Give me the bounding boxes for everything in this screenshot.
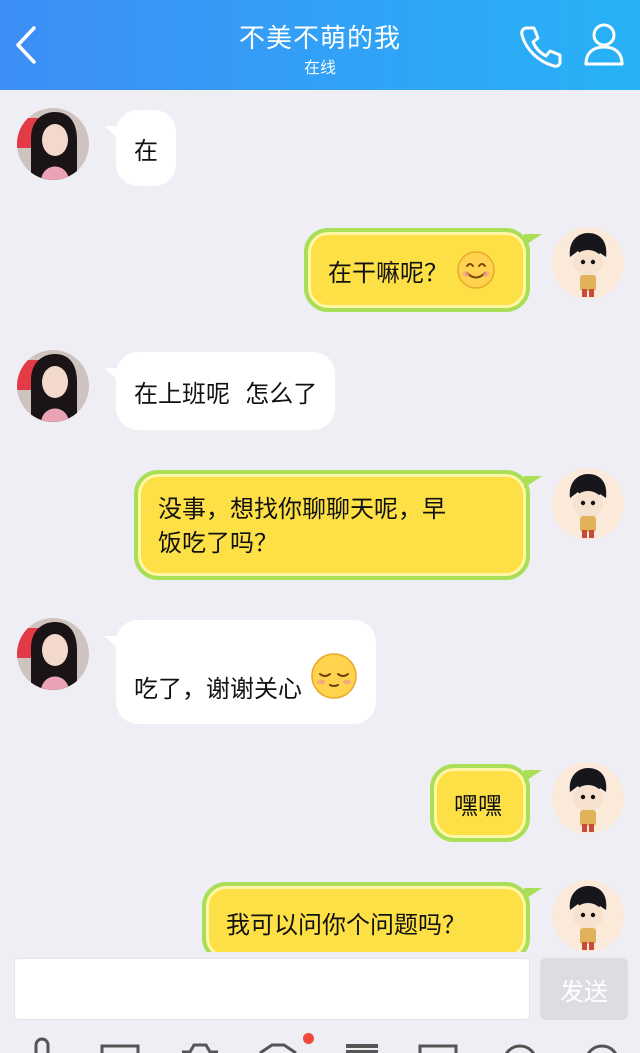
emoji-button[interactable] xyxy=(498,1036,542,1053)
contact-avatar[interactable] xyxy=(17,108,89,180)
phone-icon xyxy=(520,26,562,68)
chat-header: 不美不萌的我 在线 xyxy=(0,0,640,90)
message-text-line-2: 饭吃了吗？ xyxy=(158,529,278,557)
message-text: 吃了，谢谢关心 xyxy=(134,675,302,703)
message-text: 在干嘛呢？ xyxy=(328,258,448,287)
red-packet-icon xyxy=(259,1043,297,1053)
voice-button[interactable] xyxy=(20,1036,64,1053)
album-icon xyxy=(418,1044,458,1053)
my-avatar[interactable] xyxy=(552,468,624,540)
outgoing-message-bubble[interactable]: 嘿嘿 xyxy=(430,764,542,842)
folder-icon xyxy=(346,1044,378,1053)
smile-emoji-icon xyxy=(457,251,495,289)
message-text: 在 xyxy=(134,136,158,165)
incoming-message-bubble[interactable]: 在 xyxy=(104,110,176,186)
contact-avatar[interactable] xyxy=(17,618,89,690)
message-text: 在上班呢 怎么了 xyxy=(134,379,318,408)
camera-icon xyxy=(182,1043,218,1053)
message-text-line-1: 没事，想找你聊聊天呢，早 xyxy=(158,495,446,523)
cartoon-avatar-image xyxy=(552,227,624,299)
send-button[interactable]: 发送 xyxy=(540,958,628,1020)
cartoon-avatar-image xyxy=(552,880,624,952)
message-input[interactable] xyxy=(14,958,530,1020)
contact-profile-button[interactable] xyxy=(580,20,628,68)
composer-bar: 发送 xyxy=(0,952,640,1053)
plus-circle-icon xyxy=(586,1044,618,1053)
photo-button[interactable] xyxy=(98,1036,142,1053)
microphone-icon xyxy=(34,1037,50,1053)
red-packet-button[interactable] xyxy=(256,1036,300,1053)
girl-avatar-image xyxy=(17,350,89,422)
outgoing-message-bubble[interactable]: 在干嘛呢？ xyxy=(304,228,542,312)
girl-avatar-image xyxy=(17,108,89,180)
outgoing-message-bubble[interactable]: 我可以问你个问题吗？ xyxy=(202,882,542,962)
incoming-message-bubble[interactable]: 在上班呢 怎么了 xyxy=(103,352,336,430)
message-text: 我可以问你个问题吗？ xyxy=(226,910,466,939)
file-button[interactable] xyxy=(340,1036,384,1053)
cartoon-avatar-image xyxy=(552,762,624,834)
gallery-button[interactable] xyxy=(416,1036,460,1053)
image-icon xyxy=(100,1044,140,1053)
my-avatar[interactable] xyxy=(552,762,624,834)
my-avatar[interactable] xyxy=(552,880,624,952)
person-icon xyxy=(584,23,624,66)
my-avatar[interactable] xyxy=(552,227,624,299)
cartoon-avatar-image xyxy=(552,468,624,540)
call-button[interactable] xyxy=(516,22,564,70)
incoming-message-bubble[interactable]: 吃了，谢谢关心 xyxy=(104,620,376,724)
camera-button[interactable] xyxy=(178,1036,222,1053)
contact-avatar[interactable] xyxy=(17,350,89,422)
outgoing-message-bubble[interactable]: 没事，想找你聊聊天呢，早 饭吃了吗？ xyxy=(134,470,542,580)
shy-emoji-icon xyxy=(311,653,357,699)
notification-dot xyxy=(303,1033,314,1044)
more-button[interactable] xyxy=(580,1036,624,1053)
girl-avatar-image xyxy=(17,618,89,690)
message-text: 嘿嘿 xyxy=(454,791,502,820)
smiley-icon xyxy=(504,1044,536,1053)
